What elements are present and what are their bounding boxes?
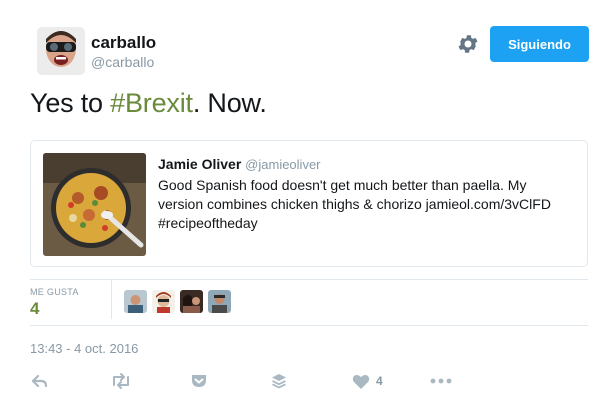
- tweet-text-after: . Now.: [192, 88, 267, 118]
- more-button[interactable]: [430, 371, 452, 391]
- likes-count[interactable]: 4: [30, 299, 39, 319]
- liker-avatar[interactable]: [208, 290, 231, 313]
- display-name[interactable]: carballo: [91, 33, 156, 53]
- quoted-tweet-line: Good Spanish food doesn't get much bette…: [158, 177, 527, 193]
- quoted-tweet-card[interactable]: Jamie Oliver @jamieoliver Good Spanish f…: [30, 140, 588, 267]
- pocket-icon: [192, 375, 206, 387]
- more-icon: [430, 378, 452, 384]
- like-button[interactable]: 4: [352, 371, 383, 391]
- following-button[interactable]: Siguiendo: [490, 26, 589, 62]
- user-avatar[interactable]: [37, 27, 85, 75]
- quoted-author-handle: @jamieoliver: [245, 157, 321, 172]
- quoted-tweet-line: version combines chicken thighs & choriz…: [158, 196, 551, 212]
- quoted-tweet-image[interactable]: [43, 153, 146, 256]
- tweet-text: Yes to #Brexit. Now.: [30, 88, 267, 119]
- quoted-author-name: Jamie Oliver: [158, 156, 242, 172]
- likes-label: ME GUSTA: [30, 287, 79, 297]
- likers-list: [124, 290, 231, 313]
- divider: [30, 325, 588, 326]
- settings-button[interactable]: [456, 32, 480, 56]
- retweet-button[interactable]: [110, 371, 132, 391]
- buffer-icon: [272, 374, 286, 389]
- liker-avatar[interactable]: [124, 290, 147, 313]
- like-count: 4: [376, 374, 383, 388]
- tweet-text-before: Yes to: [30, 88, 111, 118]
- retweet-icon: [113, 373, 129, 389]
- hashtag-link[interactable]: #Brexit: [110, 88, 193, 118]
- user-handle[interactable]: @carballo: [91, 54, 154, 70]
- quoted-tweet-author[interactable]: Jamie Oliver @jamieoliver: [158, 156, 321, 172]
- heart-icon: [352, 374, 370, 389]
- buffer-button[interactable]: [270, 371, 288, 391]
- reply-icon: [31, 374, 48, 388]
- reply-button[interactable]: [31, 371, 49, 391]
- tweet-action-bar: 4: [0, 368, 616, 394]
- liker-avatar[interactable]: [180, 290, 203, 313]
- pocket-button[interactable]: [190, 371, 208, 391]
- gear-icon: [458, 35, 478, 53]
- stats-separator: [111, 279, 112, 319]
- tweet-timestamp[interactable]: 13:43 - 4 oct. 2016: [30, 341, 138, 356]
- quoted-tweet-text: Good Spanish food doesn't get much bette…: [158, 176, 578, 233]
- divider: [30, 279, 588, 280]
- quoted-tweet-line: #recipeoftheday: [158, 215, 258, 231]
- liker-avatar[interactable]: [152, 290, 175, 313]
